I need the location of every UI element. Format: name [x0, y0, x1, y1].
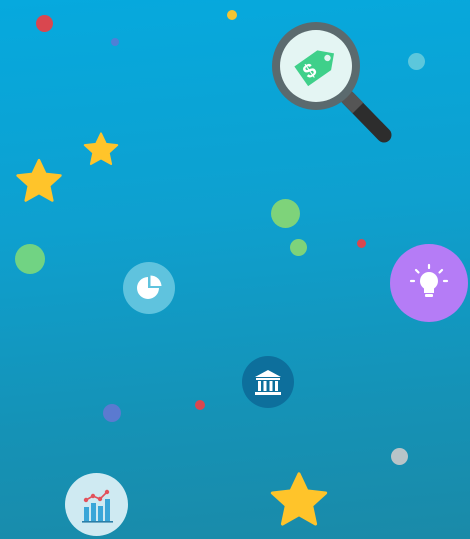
decor-dot-purple [103, 404, 121, 422]
decor-dot-yellow [227, 10, 237, 20]
magnifier-dollar-tag-icon: $ [272, 22, 392, 143]
star-icon [83, 132, 119, 166]
star-icon [16, 158, 62, 202]
lightbulb-badge [390, 244, 468, 322]
decor-dot-red [36, 15, 53, 32]
pie-chart-badge [123, 262, 175, 314]
illustration-scene: $ [0, 0, 470, 539]
decor-dot-green-small [290, 239, 307, 256]
star-icon [270, 472, 328, 526]
decor-dot-blue [111, 38, 119, 46]
bank-icon [255, 370, 281, 395]
decor-dot-lightblue [408, 53, 425, 70]
decor-dot-green-large [271, 199, 300, 228]
decor-dot-red-small [357, 239, 366, 248]
bank-badge [242, 356, 294, 408]
bar-chart-icon [81, 489, 113, 523]
bar-chart-badge [65, 473, 128, 536]
decor-dot-green-left [15, 244, 45, 274]
decor-dot-grey [391, 448, 408, 465]
pie-chart-icon [137, 275, 162, 299]
lightbulb-icon [409, 263, 449, 297]
decor-dot-red-mid [195, 400, 205, 410]
